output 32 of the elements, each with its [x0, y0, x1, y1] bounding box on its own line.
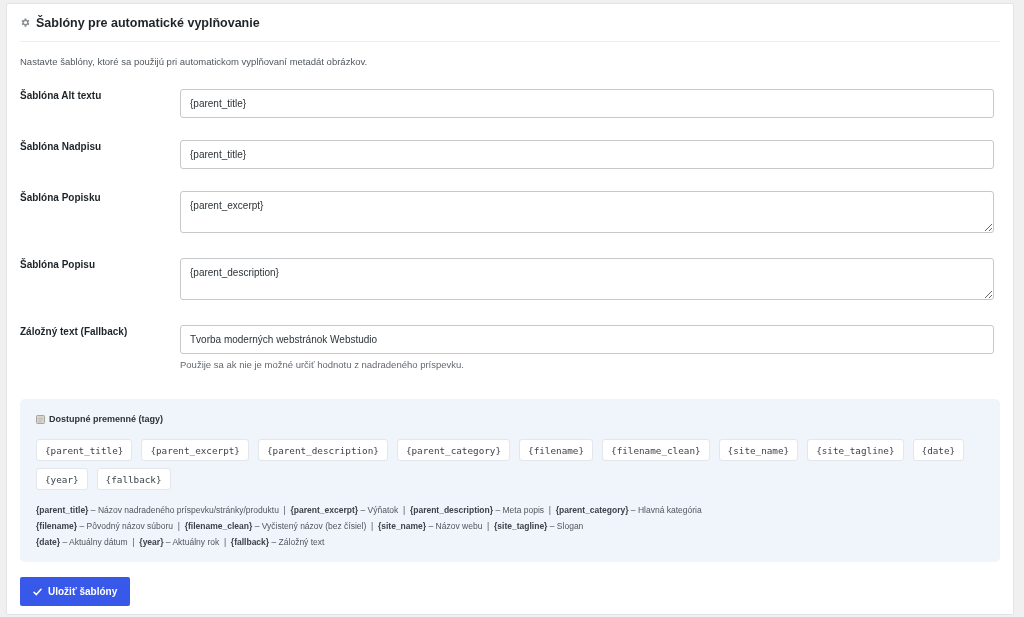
variable-tag: {date}	[912, 439, 965, 461]
input-field[interactable]: {parent_title}	[180, 89, 994, 118]
notepad-icon	[36, 414, 45, 424]
description-text: Nastavte šablóny, ktoré sa použijú pri automatickom vyplňovaní metadát obrázkov.	[20, 55, 369, 69]
variable-tag: {filename}	[519, 439, 594, 461]
text-area[interactable]: {parent_description}	[180, 258, 994, 300]
variable-tag: {parent_excerpt}	[141, 439, 249, 461]
legend-text: {filename} – Pôvodný názov súboru | {filename_clean} – Vyčistený názov (bez čísiel) | {site_name} – Názov webu | {site_tagline} – Slogan	[36, 520, 585, 533]
check-icon	[33, 587, 42, 596]
field-label: Záložný text (Fallback)	[20, 325, 129, 339]
field-label: Šablóna Nadpisu	[20, 140, 103, 154]
variable-tag: {parent_category}	[396, 439, 511, 461]
field-label: Šablóna Alt textu	[20, 89, 103, 103]
input-field[interactable]: {parent_title}	[180, 140, 994, 169]
section-title: Šablóny pre automatické vyplňovanie	[36, 14, 260, 31]
variable-tag: {fallback}	[96, 468, 171, 490]
variable-tag: {year}	[36, 468, 88, 490]
variable-tag: {site_name}	[718, 439, 799, 461]
variable-tag: {parent_title}	[36, 439, 133, 461]
legend-text: {parent_title} – Názov nadradeného príspevku/stránky/produktu | {parent_excerpt} – Výňatok | {parent_description} – Meta popis | {parent_category} – Hlavná kategória	[36, 504, 703, 517]
variable-tag: {filename_clean}	[602, 439, 710, 461]
field-label: Šablóna Popisu	[20, 258, 96, 272]
text-area[interactable]: {parent_excerpt}	[180, 191, 994, 233]
help-text: Použije sa ak nie je možné určiť hodnotu z nadradeného príspevku.	[180, 358, 465, 372]
panel-title: Dostupné premenné (tagy)	[49, 413, 163, 426]
save-button[interactable]: Uložiť šablóny	[20, 577, 131, 606]
gear-icon	[20, 17, 31, 28]
variable-tag: {parent_description}	[257, 439, 388, 461]
input-field[interactable]: Tvorba moderných webstránok Webstudio	[180, 325, 994, 354]
variable-tag: {site_tagline}	[807, 439, 904, 461]
legend-text: {date} – Aktuálny dátum | {year} – Aktuálny rok | {fallback} – Záložný text	[36, 536, 326, 549]
field-label: Šablóna Popisku	[20, 191, 102, 205]
